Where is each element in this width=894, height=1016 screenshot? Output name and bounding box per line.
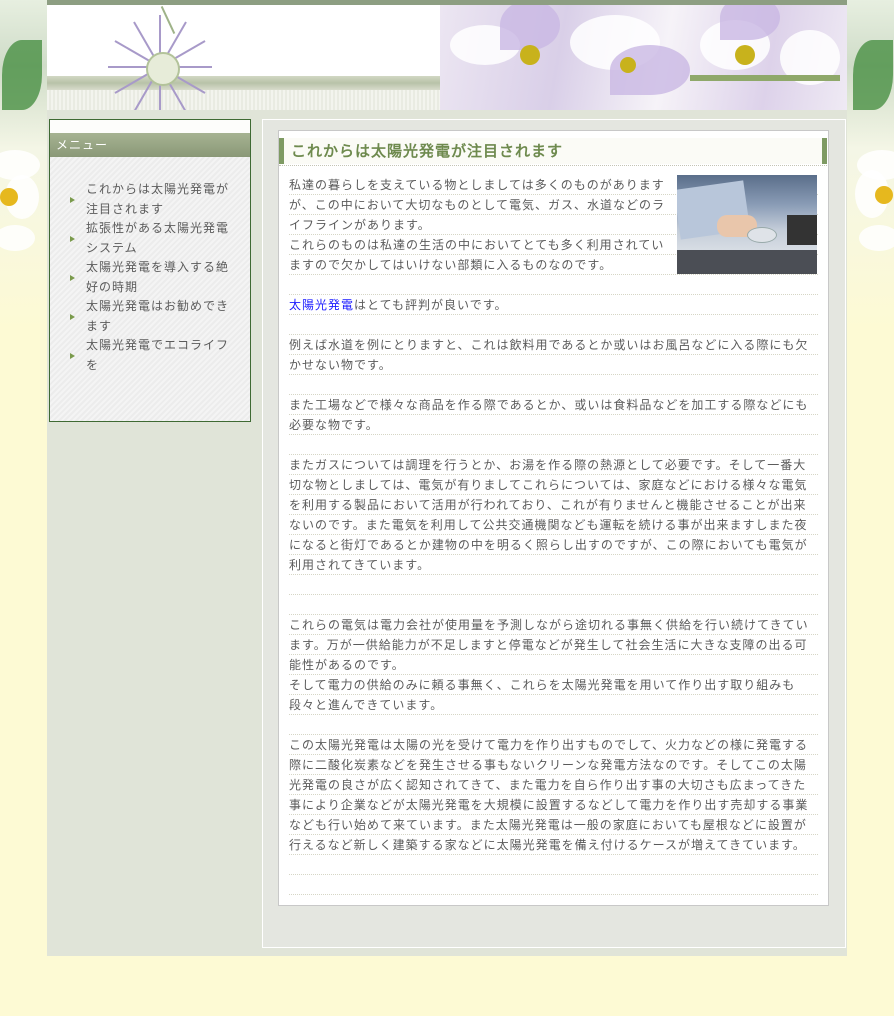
header-lily-photo xyxy=(440,5,847,110)
paragraph-line: 能性があるのです。 xyxy=(289,655,818,675)
paragraph-line: 利用されてきています。 xyxy=(289,555,818,575)
paragraph-line: を利用する製品において活用が行われており、これが有りませんと機能させることが出来 xyxy=(289,495,818,515)
menu-item-solar-attention[interactable]: これからは太陽光発電が 注目されます xyxy=(70,180,235,219)
paragraph-line: この太陽光発電は太陽の光を受けて電力を作り出すものでして、火力などの様に発電する xyxy=(289,735,818,755)
bullet-arrow-icon xyxy=(70,274,75,281)
paragraph-line: 切な物としましては、電気が有りましてこれらについては、家庭などにおける様々な電気 xyxy=(289,475,818,495)
paragraph-line: なども行い始めて来ています。また太陽光発電は一般の家庭においても屋根などに設置が xyxy=(289,815,818,835)
paragraph-line: またガスについては調理を行うとか、お湯を作る際の熱源として必要です。そして一番大 xyxy=(289,455,818,475)
article-body: 私達の暮らしを支えている物としましては多くのものがあります が、この中において大… xyxy=(289,175,818,895)
computer-mouse-photo xyxy=(677,175,817,274)
paragraph-line: ないのです。また電気を利用して公共交通機関なども運転を続ける事が出来ますしまた夜 xyxy=(289,515,818,535)
menu-item-expandable-system[interactable]: 拡張性がある太陽光発電 システム xyxy=(70,219,235,258)
right-floral-decoration xyxy=(847,0,894,330)
paragraph-line: 段々と進んできています。 xyxy=(289,695,818,715)
paragraph-line: ます。万が一供給能力が不足しますと停電などが発生して社会生活に大きな支障の出る可 xyxy=(289,635,818,655)
left-floral-decoration xyxy=(0,0,47,330)
paragraph-line: 必要な物です。 xyxy=(289,415,818,435)
solar-power-link[interactable]: 太陽光発電 xyxy=(289,298,354,312)
page-wrapper: メニュー これからは太陽光発電が 注目されます 拡張性がある太陽光発電 システム… xyxy=(47,0,847,956)
menu-item-best-timing[interactable]: 太陽光発電を導入する絶 好の時期 xyxy=(70,258,235,297)
dandelion-flower-image xyxy=(102,15,220,110)
menu-heading: メニュー xyxy=(50,133,250,157)
bullet-arrow-icon xyxy=(70,235,75,242)
sidebar-menu: メニュー これからは太陽光発電が 注目されます 拡張性がある太陽光発電 システム… xyxy=(49,119,251,422)
header-banner xyxy=(47,0,847,110)
paragraph-line: 例えば水道を例にとりますと、これは飲料用であるとか或いはお風呂などに入る際にも欠 xyxy=(289,335,818,355)
paragraph-line: かせない物です。 xyxy=(289,355,818,375)
bullet-arrow-icon xyxy=(70,313,75,320)
menu-item-eco-life[interactable]: 太陽光発電でエコライフ を xyxy=(70,336,235,375)
menu-item-recommended[interactable]: 太陽光発電はお勧めでき ます xyxy=(70,297,235,336)
page-title: これからは太陽光発電が注目されます xyxy=(279,138,827,164)
paragraph-line: これらの電気は電力会社が使用量を予測しながら途切れる事無く供給を行い続けてきてい xyxy=(289,615,818,635)
menu-list: これからは太陽光発電が 注目されます 拡張性がある太陽光発電 システム 太陽光発… xyxy=(70,180,235,375)
paragraph-line: 行えるなど新しく建築する家などに太陽光発電を備え付けるケースが増えてきています。 xyxy=(289,835,818,855)
paragraph-line: また工場などで様々な商品を作る際であるとか、或いは食料品などを加工する際などにも xyxy=(289,395,818,415)
paragraph-line: 光発電の良さが広く認知されてきて、また電力を自ら作り出す事の大切さも広まってきた xyxy=(289,775,818,795)
main-content-area: これからは太陽光発電が注目されます 私達の暮らしを支えている物としましては多くの… xyxy=(262,119,846,948)
article-panel: これからは太陽光発電が注目されます 私達の暮らしを支えている物としましては多くの… xyxy=(278,130,829,906)
bullet-arrow-icon xyxy=(70,196,75,203)
paragraph-line: になると街灯であるとか建物の中を明るく照らし出すのですが、この際においても電気が xyxy=(289,535,818,555)
paragraph-line: 際に二酸化炭素などを発生させる事もないクリーンな発電方法なのです。そしてこの太陽 xyxy=(289,755,818,775)
link-line: 太陽光発電はとても評判が良いです。 xyxy=(289,295,818,315)
bullet-arrow-icon xyxy=(70,352,75,359)
paragraph-line: そして電力の供給のみに頼る事無く、これらを太陽光発電を用いて作り出す取り組みも xyxy=(289,675,818,695)
paragraph-line: 事により企業などが太陽光発電を大規模に設置するなどして電力を作り出す売却する事業 xyxy=(289,795,818,815)
